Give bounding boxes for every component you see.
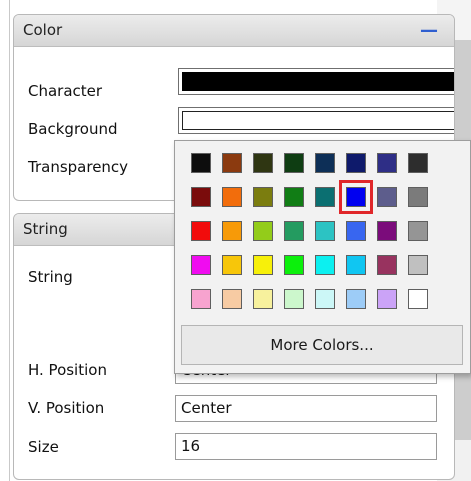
color-swatch[interactable] [377,289,397,309]
color-swatch[interactable] [315,187,335,207]
left-border [0,0,10,481]
color-swatch[interactable] [315,153,335,173]
string-label: String [28,268,73,286]
color-swatch[interactable] [253,289,273,309]
color-swatch[interactable] [284,187,304,207]
color-swatch[interactable] [346,255,366,275]
background-color-fill [182,111,454,130]
color-swatch[interactable] [191,187,211,207]
color-swatch[interactable] [346,289,366,309]
color-swatch[interactable] [253,255,273,275]
color-swatch[interactable] [408,255,428,275]
character-color-picker[interactable] [178,68,454,95]
size-label: Size [28,438,59,456]
color-swatch[interactable] [222,187,242,207]
color-swatch[interactable] [377,221,397,241]
character-color-fill [182,72,454,91]
color-swatch[interactable] [191,153,211,173]
color-swatch[interactable] [408,153,428,173]
color-swatch[interactable] [253,187,273,207]
color-swatch[interactable] [284,255,304,275]
color-swatch[interactable] [284,221,304,241]
color-swatch[interactable] [408,187,428,207]
color-swatch[interactable] [222,289,242,309]
color-swatch[interactable] [315,221,335,241]
color-swatch[interactable] [315,289,335,309]
color-swatch[interactable] [346,153,366,173]
v-position-label: V. Position [28,399,105,417]
collapse-icon[interactable]: — [420,15,438,46]
color-swatch[interactable] [222,153,242,173]
color-swatch[interactable] [377,255,397,275]
color-swatch[interactable] [408,289,428,309]
transparency-label: Transparency [28,158,129,176]
color-panel-title: Color [23,21,63,39]
color-swatch[interactable] [253,221,273,241]
v-position-select[interactable]: Center [175,395,437,422]
color-panel-header[interactable]: Color — [14,15,454,47]
color-swatch[interactable] [284,289,304,309]
color-swatch[interactable] [284,153,304,173]
color-swatch[interactable] [191,255,211,275]
color-swatch[interactable] [222,255,242,275]
color-swatch[interactable] [315,255,335,275]
selected-swatch-highlight [339,180,373,214]
color-swatch[interactable] [346,221,366,241]
background-label: Background [28,120,118,138]
size-field[interactable]: 16 [175,433,437,460]
color-swatch[interactable] [222,221,242,241]
character-label: Character [28,82,103,100]
color-swatch[interactable] [377,153,397,173]
background-color-picker[interactable] [178,107,454,134]
color-swatch[interactable] [253,153,273,173]
h-position-label: H. Position [28,361,107,379]
color-swatch[interactable] [191,221,211,241]
color-swatch[interactable] [377,187,397,207]
color-swatch[interactable] [191,289,211,309]
color-swatch[interactable] [408,221,428,241]
string-panel-title: String [23,220,68,238]
more-colors-button[interactable]: More Colors... [181,325,463,365]
color-picker-popup: More Colors... [174,140,471,374]
